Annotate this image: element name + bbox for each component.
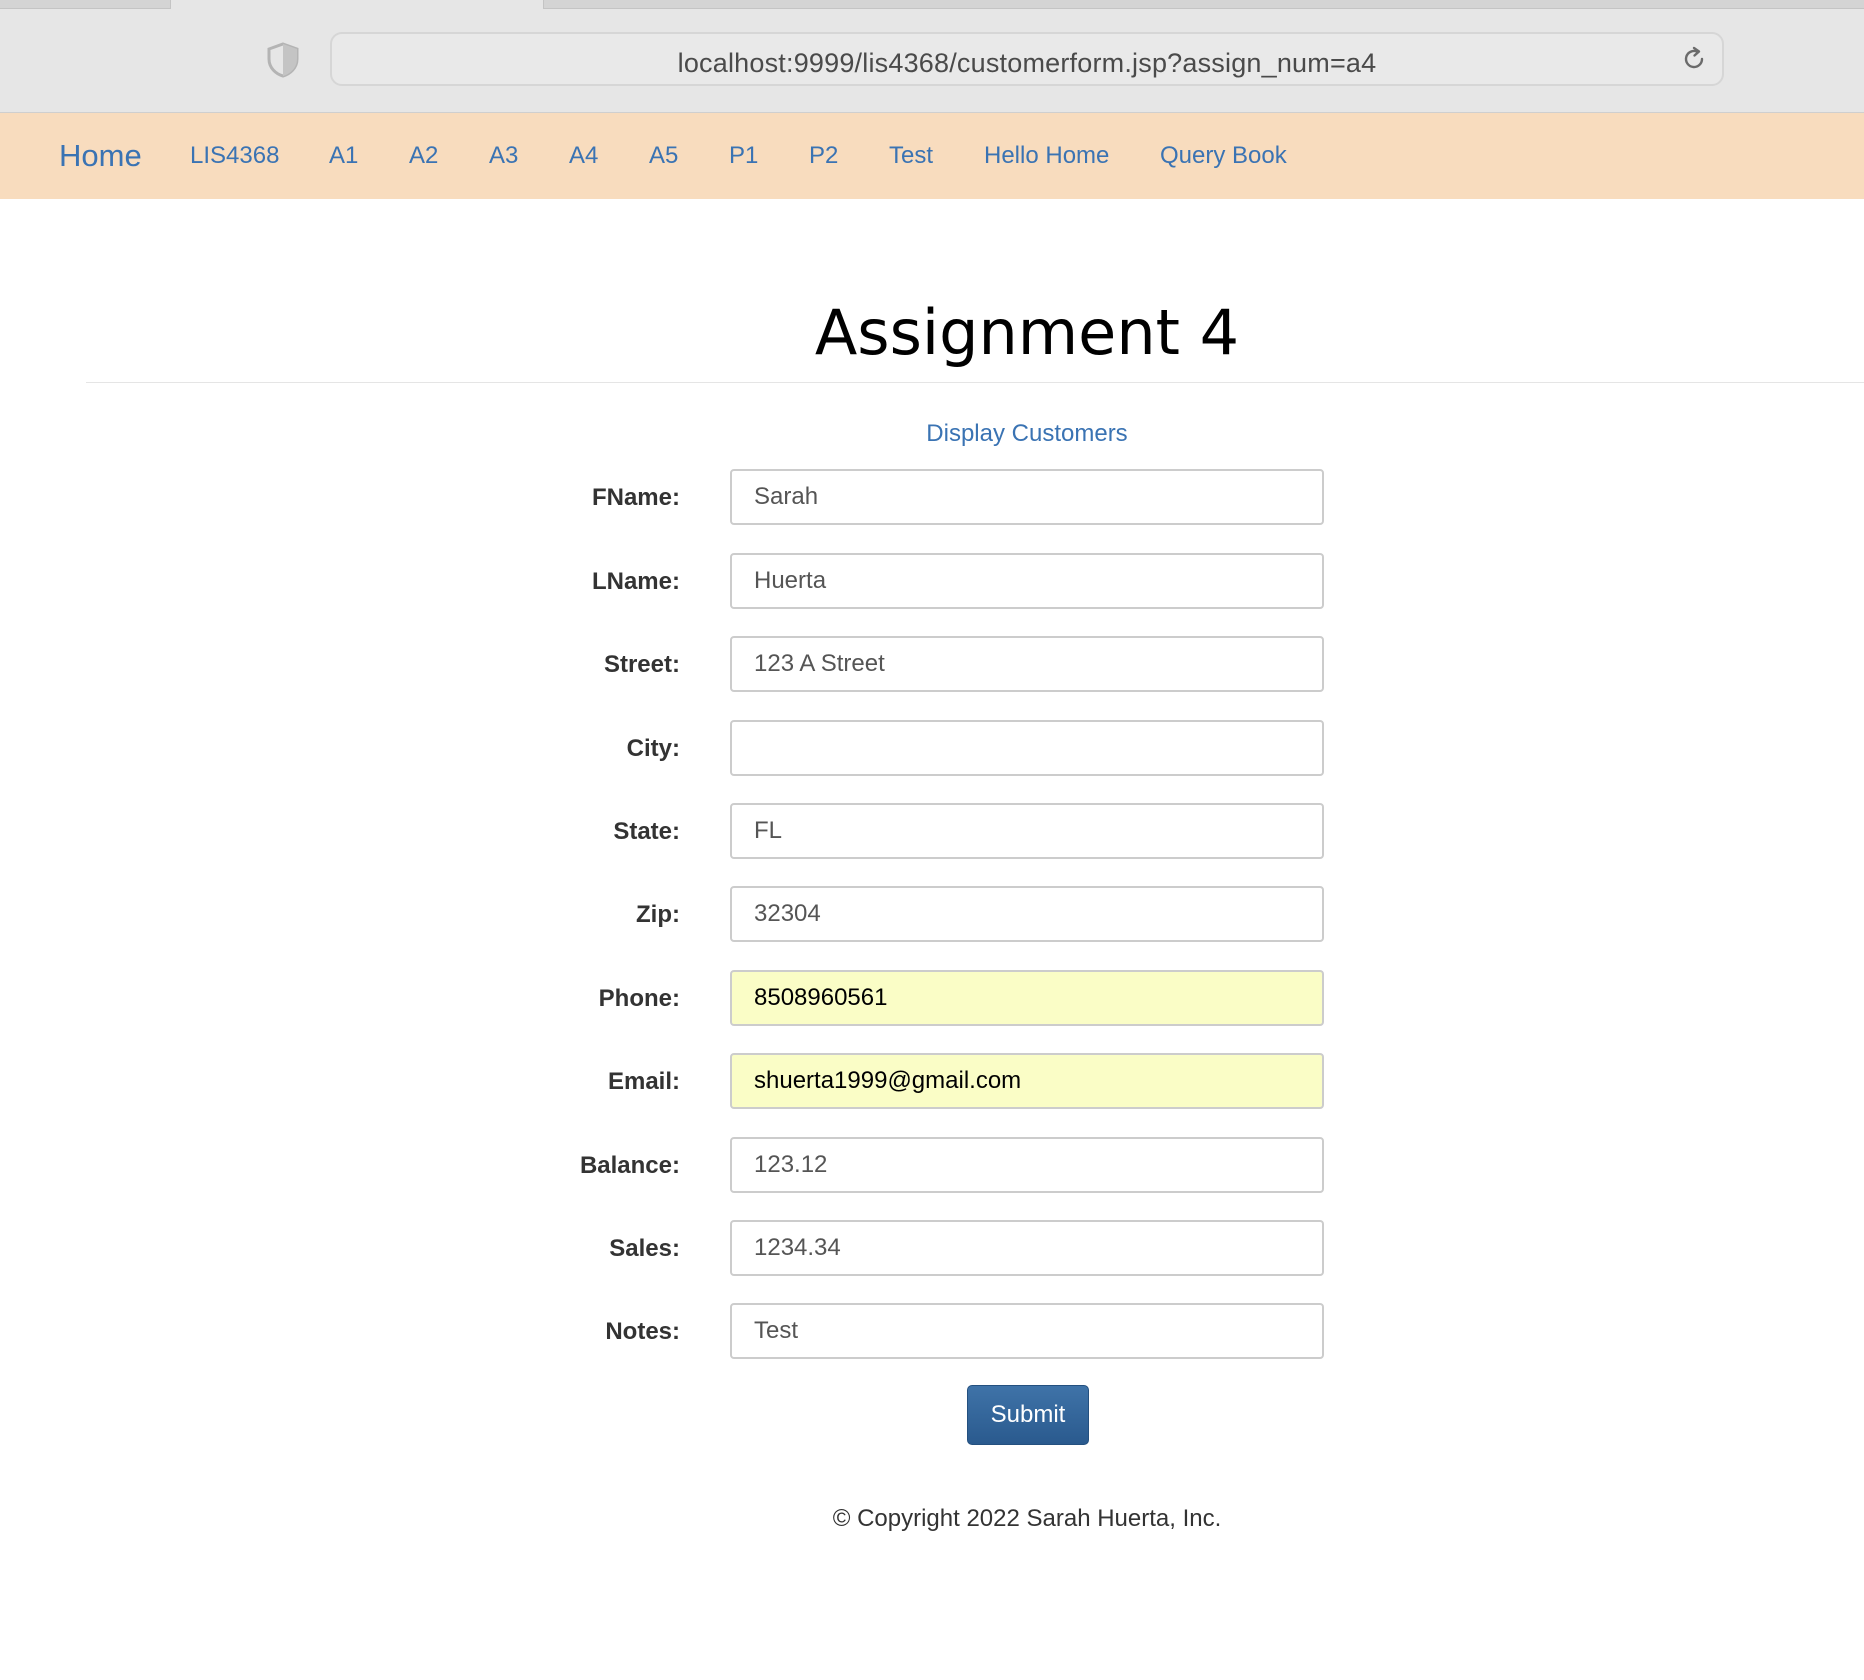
notes-label: Notes: (605, 1318, 680, 1345)
nav-link-a4[interactable]: A4 (569, 142, 598, 170)
city-input[interactable] (730, 720, 1324, 776)
email-label: Email: (607, 1068, 680, 1095)
fname-input[interactable] (730, 469, 1324, 525)
site-navbar: Home LIS4368 A1 A2 A3 A4 A5 P1 P2 Test H… (0, 113, 1864, 199)
state-input[interactable] (730, 803, 1324, 859)
sales-input[interactable] (730, 1220, 1324, 1276)
zip-input[interactable] (730, 886, 1324, 942)
balance-label: Balance: (579, 1152, 680, 1179)
reload-icon[interactable] (1680, 45, 1708, 73)
nav-link-hello-home[interactable]: Hello Home (984, 142, 1109, 170)
notes-input[interactable] (730, 1303, 1324, 1359)
phone-label: Phone: (598, 985, 680, 1012)
nav-link-a3[interactable]: A3 (489, 142, 518, 170)
street-input[interactable] (730, 636, 1324, 692)
title-divider (86, 382, 1864, 383)
page-title: Assignment 4 (814, 296, 1240, 369)
fname-label: FName: (591, 484, 680, 511)
lname-label: LName: (591, 568, 680, 595)
nav-link-a1[interactable]: A1 (329, 142, 358, 170)
nav-link-lis4368[interactable]: LIS4368 (190, 142, 279, 170)
nav-link-p1[interactable]: P1 (729, 142, 758, 170)
phone-input[interactable] (730, 970, 1324, 1026)
street-label: Street: (603, 651, 680, 678)
footer-copyright: © Copyright 2022 Sarah Huerta, Inc. (832, 1505, 1222, 1532)
submit-button[interactable]: Submit (967, 1385, 1089, 1445)
nav-link-query-book[interactable]: Query Book (1160, 142, 1287, 170)
email-input[interactable] (730, 1053, 1324, 1109)
shield-icon[interactable] (266, 42, 300, 78)
nav-link-test[interactable]: Test (889, 142, 933, 170)
city-label: City: (626, 735, 680, 762)
url-text[interactable]: localhost:9999/lis4368/customerform.jsp?… (332, 48, 1722, 79)
browser-tab[interactable] (170, 0, 544, 9)
nav-brand-home[interactable]: Home (59, 138, 142, 174)
nav-link-a5[interactable]: A5 (649, 142, 678, 170)
nav-link-p2[interactable]: P2 (809, 142, 838, 170)
state-label: State: (613, 818, 680, 845)
display-customers-link[interactable]: Display Customers (0, 420, 1864, 448)
nav-link-a2[interactable]: A2 (409, 142, 438, 170)
sales-label: Sales: (609, 1235, 680, 1262)
balance-input[interactable] (730, 1137, 1324, 1193)
lname-input[interactable] (730, 553, 1324, 609)
browser-toolbar: localhost:9999/lis4368/customerform.jsp?… (0, 0, 1864, 113)
zip-label: Zip: (636, 901, 680, 928)
address-bar[interactable]: localhost:9999/lis4368/customerform.jsp?… (330, 32, 1724, 86)
